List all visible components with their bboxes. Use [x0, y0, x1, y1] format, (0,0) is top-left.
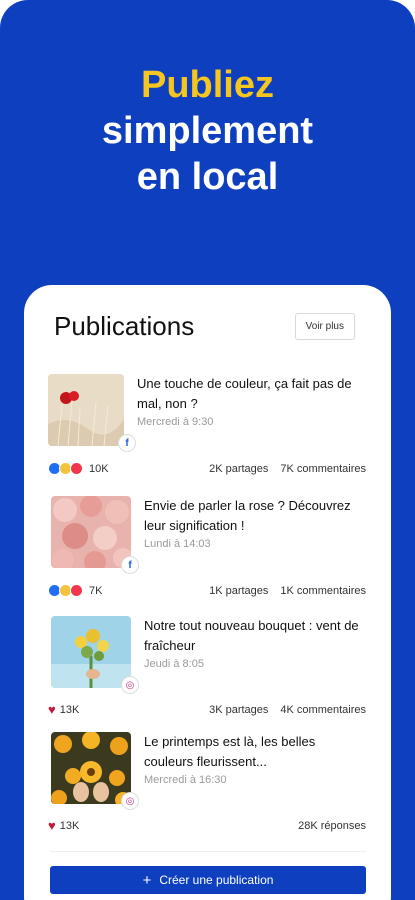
heart-icon: ♥ — [48, 818, 56, 833]
create-post-button[interactable]: + Créer une publication — [50, 866, 366, 894]
create-post-label: Créer une publication — [159, 873, 274, 887]
plus-icon: + — [142, 871, 152, 889]
replies-count: 28K réponses — [298, 819, 366, 832]
reactions-icon — [48, 584, 83, 597]
hero-line-2: simplement — [101, 110, 314, 152]
facebook-icon: f — [118, 434, 136, 452]
heart-icon: ♥ — [48, 702, 56, 717]
hero-heading: Publiez simplement en local — [0, 62, 415, 200]
post-headline: Le printemps est là, les belles couleurs… — [144, 734, 316, 769]
shares-count: 3K partages — [209, 703, 269, 716]
post-headline: Une touche de couleur, ça fait pas de ma… — [137, 376, 352, 411]
shares-count: 1K partages — [209, 584, 269, 597]
post-thumbnail — [51, 732, 131, 804]
post-thumbnail — [51, 496, 131, 568]
reactions-count: 10K — [89, 462, 109, 475]
instagram-icon: ◎ — [121, 792, 139, 810]
app-frame: Publiez simplement en local Publications… — [0, 0, 415, 900]
comments-count: 1K commentaires — [280, 584, 366, 597]
post-date: Jeudi à 8:05 — [144, 658, 204, 670]
hero-accent: Publiez — [140, 64, 275, 106]
card-title: Publications — [54, 311, 195, 341]
shares-count: 2K partages — [209, 462, 269, 475]
instagram-icon: ◎ — [121, 676, 139, 694]
post-headline: Notre tout nouveau bouquet : vent de fra… — [144, 618, 359, 653]
post-headline: Envie de parler la rose ? Découvrez leur… — [144, 498, 351, 533]
likes-count: 13K — [59, 819, 80, 832]
divider — [50, 851, 366, 852]
reactions-icon — [48, 462, 83, 475]
comments-count: 4K commentaires — [280, 703, 366, 716]
likes-count: 13K — [59, 703, 80, 716]
post-date: Mercredi à 16:30 — [144, 774, 227, 786]
see-more-button[interactable]: Voir plus — [294, 313, 355, 340]
post-thumbnail — [51, 616, 131, 688]
hero-line-3: en local — [136, 156, 279, 198]
facebook-icon: f — [121, 556, 139, 574]
post-date: Mercredi à 9:30 — [137, 416, 214, 428]
post-date: Lundi à 14:03 — [144, 538, 211, 550]
reactions-count: 7K — [89, 584, 103, 597]
post-thumbnail — [48, 374, 124, 446]
comments-count: 7K commentaires — [280, 462, 366, 475]
